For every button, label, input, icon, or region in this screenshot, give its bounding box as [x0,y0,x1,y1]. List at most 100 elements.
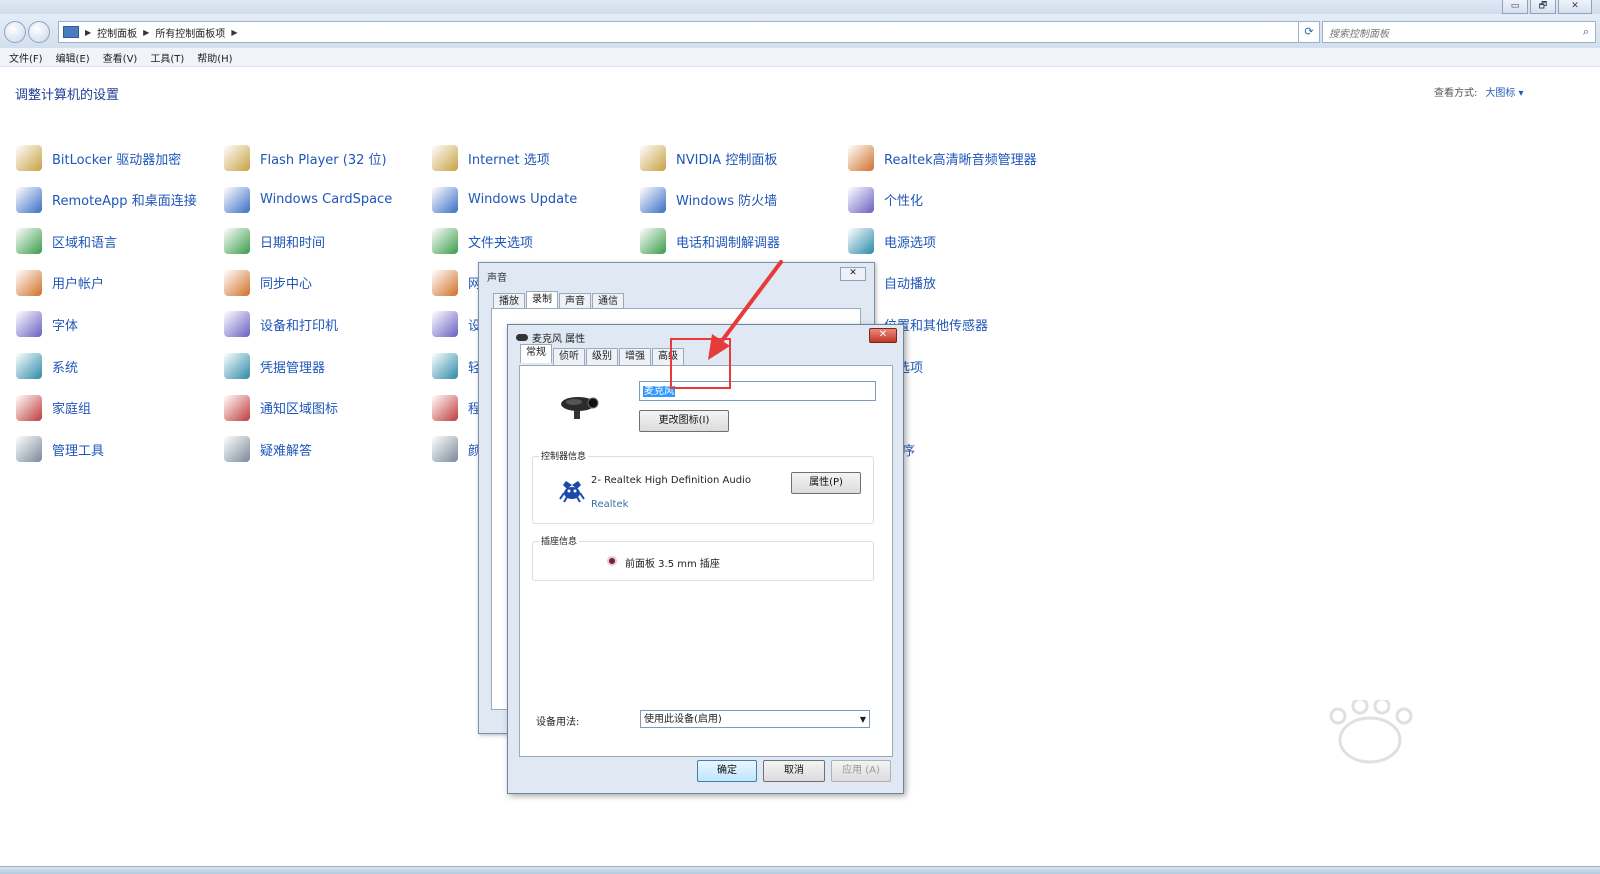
cp-item-label: Flash Player (32 位) [260,152,387,168]
chevron-right-icon: ▶ [231,27,238,37]
cp-item-homegroup[interactable]: 家庭组 [16,394,91,422]
menu-help[interactable]: 帮助(H) [197,50,232,65]
cp-item-region-language[interactable]: 区域和语言 [16,227,117,255]
search-box: ⌕ [1322,21,1596,45]
refresh-button[interactable]: ⟳ [1298,21,1320,43]
cp-item-network-partial[interactable]: 网 [432,269,481,297]
ok-button[interactable]: 确定 [697,760,757,782]
device-usage-value: 使用此设备(启用) [644,714,722,725]
cancel-button[interactable]: 取消 [763,760,825,782]
address-bar[interactable]: ▶ 控制面板 ▶ 所有控制面板项 ▶ ▼ [58,21,1314,43]
cp-item-remoteapp[interactable]: RemoteApp 和桌面连接 [16,186,197,214]
tab-listen[interactable]: 侦听 [553,348,585,365]
close-window-button[interactable]: ✕ [1558,0,1592,14]
cp-item-bitlocker[interactable]: BitLocker 驱动器加密 [16,144,181,172]
mic-dialog-title-bar: 麦克风 属性 [516,330,585,345]
computer-icon [16,353,42,379]
cp-item-credential-manager[interactable]: 凭据管理器 [224,352,325,380]
back-button[interactable] [4,21,26,43]
controller-properties-button[interactable]: 属性(P) [791,472,861,494]
cp-item-label: 疑难解答 [260,443,313,459]
cp-item-internet-options[interactable]: Internet 选项 [432,144,550,172]
breadcrumb-control-panel[interactable]: 控制面板 [97,25,137,40]
cp-item-nvidia-control-panel[interactable]: NVIDIA 控制面板 [640,144,777,172]
cp-item-label: BitLocker 驱动器加密 [52,152,182,168]
cardspace-icon [224,186,250,213]
cp-item-label: 个性化 [884,194,924,210]
cp-item-realtek-audio-manager[interactable]: Realtek高清晰音频管理器 [848,144,1037,172]
minimize-button[interactable]: ▭ [1502,0,1528,14]
windows-update-icon [432,186,458,213]
cp-item-label: 家庭组 [52,402,92,418]
menu-edit[interactable]: 编辑(E) [56,50,90,65]
cp-item-personalization[interactable]: 个性化 [848,186,923,214]
controller-name: 2- Realtek High Definition Audio [591,475,751,486]
apply-button[interactable]: 应用 (A) [831,760,891,782]
color-icon [432,436,458,463]
tab-general[interactable]: 常规 [520,344,552,363]
breadcrumb-all-items[interactable]: 所有控制面板项 [155,25,225,40]
network-icon [432,269,458,296]
sound-dialog-title: 声音 [487,273,507,284]
cp-item-folder-options[interactable]: 文件夹选项 [432,227,533,255]
nvidia-icon [640,145,666,171]
cp-item-notification-icons[interactable]: 通知区域图标 [224,394,338,422]
maximize-button[interactable]: 🗗 [1530,0,1556,14]
baidu-jingyan-watermark [1329,700,1413,764]
cp-item-fonts[interactable]: 字体 [16,310,78,338]
printer-icon [224,311,250,338]
cp-item-windows-firewall[interactable]: Windows 防火墙 [640,186,777,214]
menu-bar: 文件(F) 编辑(E) 查看(V) 工具(T) 帮助(H) [0,48,1600,67]
jack-description: 前面板 3.5 mm 插座 [625,559,720,570]
cp-item-label: 字体 [52,318,79,334]
cp-item-flash-player[interactable]: Flash Player (32 位) [224,144,387,172]
cp-item-ease-partial[interactable]: 轻 [432,352,481,380]
flash-icon [224,145,250,171]
cp-item-troubleshooting[interactable]: 疑难解答 [224,435,312,463]
realtek-vendor-link[interactable]: Realtek [591,499,628,510]
cp-item-user-accounts[interactable]: 用户帐户 [16,269,104,297]
cp-item-sync-center[interactable]: 同步中心 [224,269,312,297]
ease-icon [432,353,458,379]
search-icon[interactable]: ⌕ [1583,25,1589,39]
monitor-icon [16,186,42,213]
cp-item-color-partial[interactable]: 颜 [432,435,481,463]
controller-info-label: 控制器信息 [539,449,589,462]
mic-dialog-title: 麦克风 属性 [532,334,586,345]
cp-item-date-time[interactable]: 日期和时间 [224,227,325,255]
tab-enhancements[interactable]: 增强 [619,348,651,365]
cp-item-system[interactable]: 系统 [16,352,78,380]
cp-item-label: Internet 选项 [468,152,550,168]
controller-info-group: 控制器信息 2- Realtek High Definition Audio R… [532,449,874,524]
cp-item-phone-modem[interactable]: 电话和调制解调器 [640,227,780,255]
forward-button[interactable] [28,21,50,43]
cp-item-power-options[interactable]: 电源选项 [848,227,936,255]
cp-item-programs-partial[interactable]: 程 [432,394,481,422]
advanced-tab-highlight [670,338,731,389]
audio-jack-icon [607,556,617,566]
menu-tools[interactable]: 工具(T) [150,50,184,65]
mic-dialog-tabs: 常规 侦听 级别 增强 高级 [520,344,685,365]
title-bar: ▭ 🗗 ✕ [0,0,1600,14]
cp-item-label: Realtek高清晰音频管理器 [884,152,1037,168]
cp-item-label: Windows CardSpace [260,192,393,208]
chevron-down-icon: ▼ [859,715,866,724]
search-input[interactable] [1323,24,1571,45]
cp-item-admin-tools[interactable]: 管理工具 [16,435,104,463]
cp-item-windows-update[interactable]: Windows Update [432,186,577,214]
cp-item-cardspace[interactable]: Windows CardSpace [224,186,392,214]
change-icon-button[interactable]: 更改图标(I) [639,410,729,432]
view-mode-dropdown[interactable]: 大图标 ▾ [1485,88,1523,99]
cp-item-label: 同步中心 [260,277,313,293]
menu-view[interactable]: 查看(V) [103,50,138,65]
sound-dialog-close-button[interactable]: ✕ [840,267,866,281]
page-title: 调整计算机的设置 [15,88,120,103]
cp-item-label: 设备和打印机 [260,318,339,334]
key-icon [16,145,42,171]
device-usage-select[interactable]: 使用此设备(启用) ▼ [640,710,870,728]
tab-levels[interactable]: 级别 [586,348,618,365]
menu-file[interactable]: 文件(F) [9,50,43,65]
cp-item-device-partial[interactable]: 设 [432,310,481,338]
cp-item-devices-printers[interactable]: 设备和打印机 [224,310,338,338]
mic-dialog-close-button[interactable]: ✕ [869,328,897,343]
